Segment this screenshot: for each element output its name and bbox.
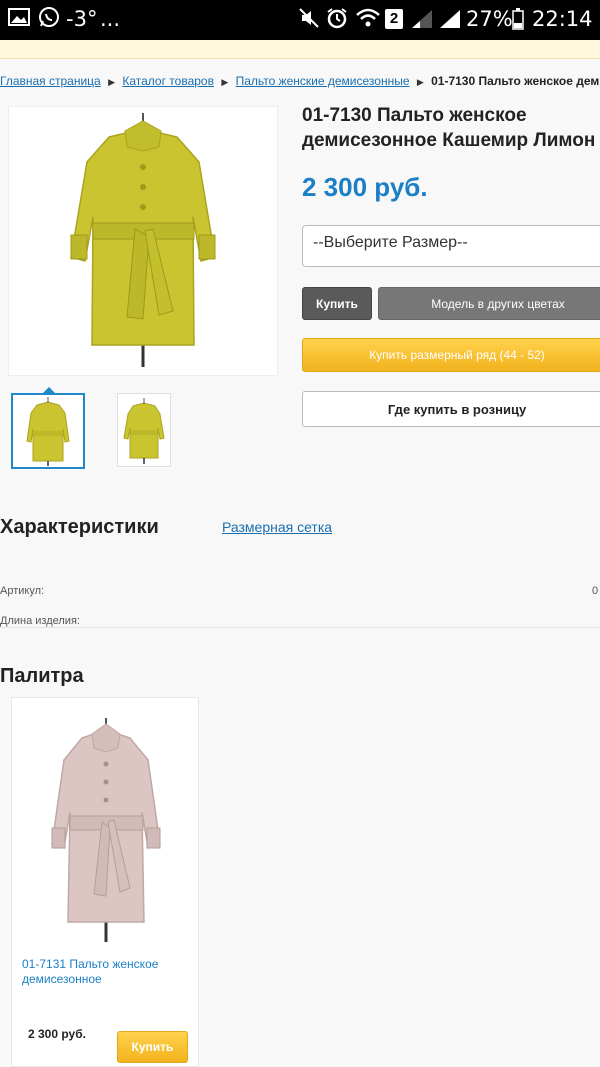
battery-icon bbox=[512, 8, 524, 35]
breadcrumb-catalog[interactable]: Каталог товаров bbox=[122, 74, 214, 88]
notice-strip bbox=[0, 40, 600, 59]
coat-illustration bbox=[70, 113, 216, 367]
notification-ellipsis: ... bbox=[100, 7, 121, 31]
characteristics-heading: Характеристики bbox=[0, 516, 159, 538]
size-select[interactable]: --Выберите Размер-- bbox=[302, 225, 600, 267]
coat-illustration bbox=[51, 718, 161, 942]
buy-button[interactable]: Купить bbox=[302, 287, 372, 320]
sim-badge: 2 bbox=[385, 9, 403, 29]
size-chart-link[interactable]: Размерная сетка bbox=[222, 519, 332, 535]
breadcrumb-separator-icon: ▶ bbox=[221, 77, 229, 87]
other-colors-button[interactable]: Модель в других цветах bbox=[378, 287, 600, 320]
breadcrumb-home[interactable]: Главная страница bbox=[0, 74, 101, 88]
length-label: Длина изделия: bbox=[0, 615, 80, 627]
palette-heading: Палитра bbox=[0, 665, 84, 687]
whatsapp-icon bbox=[38, 6, 60, 33]
breadcrumb-category[interactable]: Пальто женские демисезонные bbox=[236, 74, 410, 88]
breadcrumb-current: 01-7130 Пальто женское демисезонное Каше… bbox=[431, 74, 600, 88]
signal-icon-2 bbox=[438, 8, 462, 35]
status-bar: -3° ... 2 27% 22:14 bbox=[0, 0, 600, 40]
wifi-icon bbox=[355, 7, 381, 34]
product-price: 2 300 руб. bbox=[302, 172, 428, 202]
signal-icon-1 bbox=[410, 8, 434, 35]
product-title-line-1: 01-7130 Пальто женское bbox=[302, 105, 527, 126]
temperature: -3° bbox=[66, 7, 98, 31]
divider bbox=[0, 627, 600, 628]
product-title-line-2: демисезонное Кашемир Лимон bbox=[302, 130, 596, 151]
alarm-icon bbox=[326, 7, 348, 34]
product-title: 01-7130 Пальто женское демисезонное Каше… bbox=[302, 103, 600, 153]
article-label: Артикул: bbox=[0, 585, 45, 597]
breadcrumb-separator-icon: ▶ bbox=[416, 77, 424, 87]
mute-icon bbox=[298, 7, 320, 34]
product-main-image[interactable] bbox=[8, 106, 278, 376]
breadcrumb-separator-icon: ▶ bbox=[108, 77, 115, 87]
thumbnail-2[interactable] bbox=[117, 393, 171, 467]
article-value: 0 bbox=[592, 585, 599, 597]
breadcrumb: Главная страница ▶ Каталог товаров ▶ Пал… bbox=[0, 74, 600, 92]
palette-item-name[interactable]: 01-7131 Пальто женское демисезонное bbox=[22, 957, 192, 987]
battery-percent: 27% bbox=[466, 7, 513, 31]
coat-thumbnail bbox=[26, 397, 70, 466]
palette-buy-button[interactable]: Купить bbox=[117, 1031, 188, 1063]
coat-thumbnail bbox=[123, 398, 165, 464]
buy-size-range-button[interactable]: Купить размерный ряд (44 - 52) bbox=[302, 338, 600, 372]
clock: 22:14 bbox=[532, 7, 593, 31]
gallery-icon bbox=[8, 6, 30, 33]
where-to-buy-retail-button[interactable]: Где купить в розницу bbox=[302, 391, 600, 427]
thumbnail-1[interactable] bbox=[11, 387, 85, 469]
palette-item-price: 2 300 руб. bbox=[28, 1027, 86, 1041]
palette-item-image[interactable] bbox=[30, 716, 182, 942]
